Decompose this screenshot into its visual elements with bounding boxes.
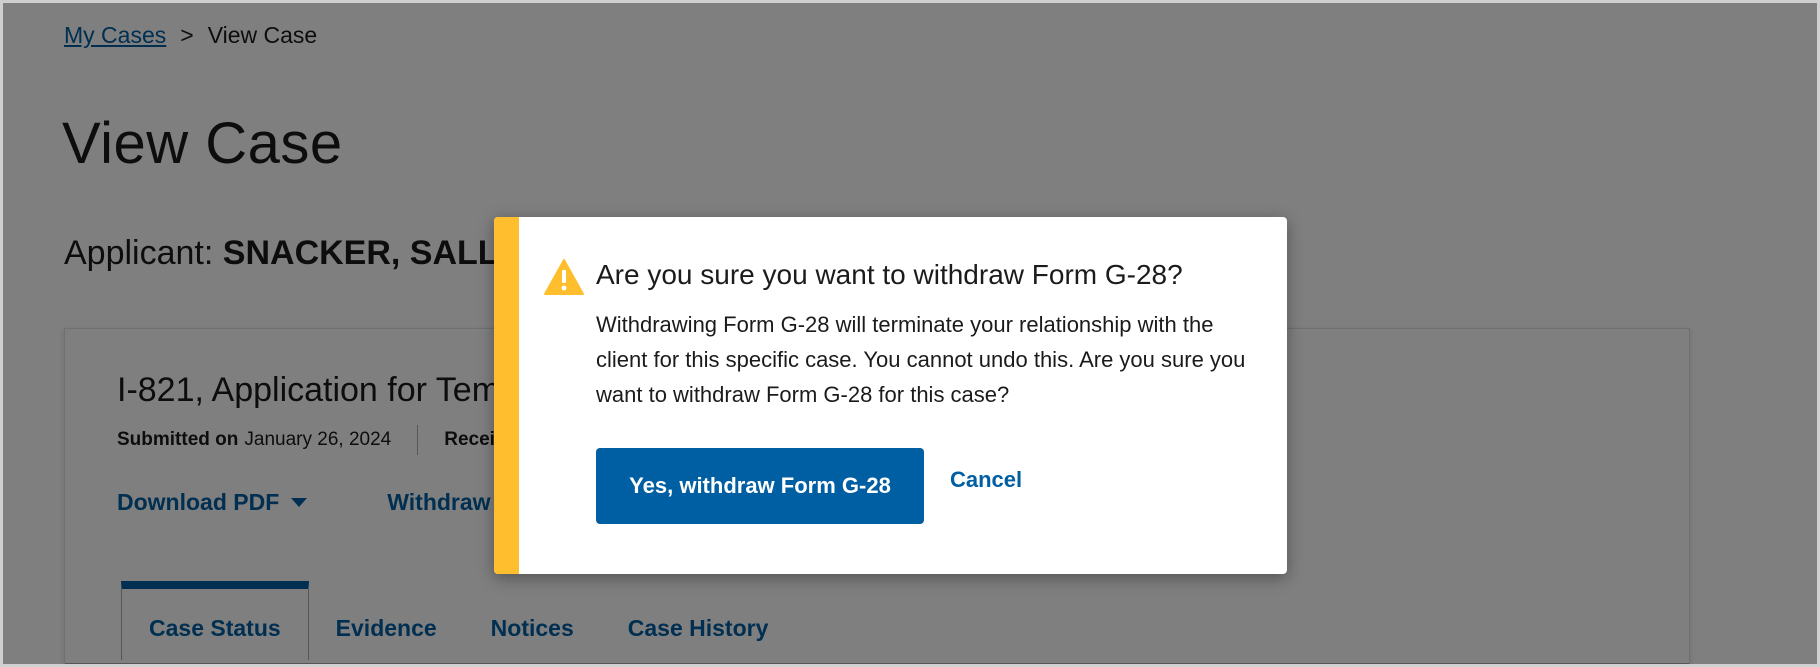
warning-icon [544,259,584,295]
withdraw-confirm-modal: Are you sure you want to withdraw Form G… [494,217,1287,574]
confirm-withdraw-button[interactable]: Yes, withdraw Form G-28 [596,448,924,524]
cancel-button[interactable]: Cancel [950,467,1022,493]
modal-heading: Are you sure you want to withdraw Form G… [596,259,1183,290]
view-case-page: My Cases > View Case View Case Applicant… [0,0,1820,667]
modal-body-text: Withdrawing Form G-28 will terminate you… [596,312,1246,407]
modal-warning-accent [494,217,519,574]
